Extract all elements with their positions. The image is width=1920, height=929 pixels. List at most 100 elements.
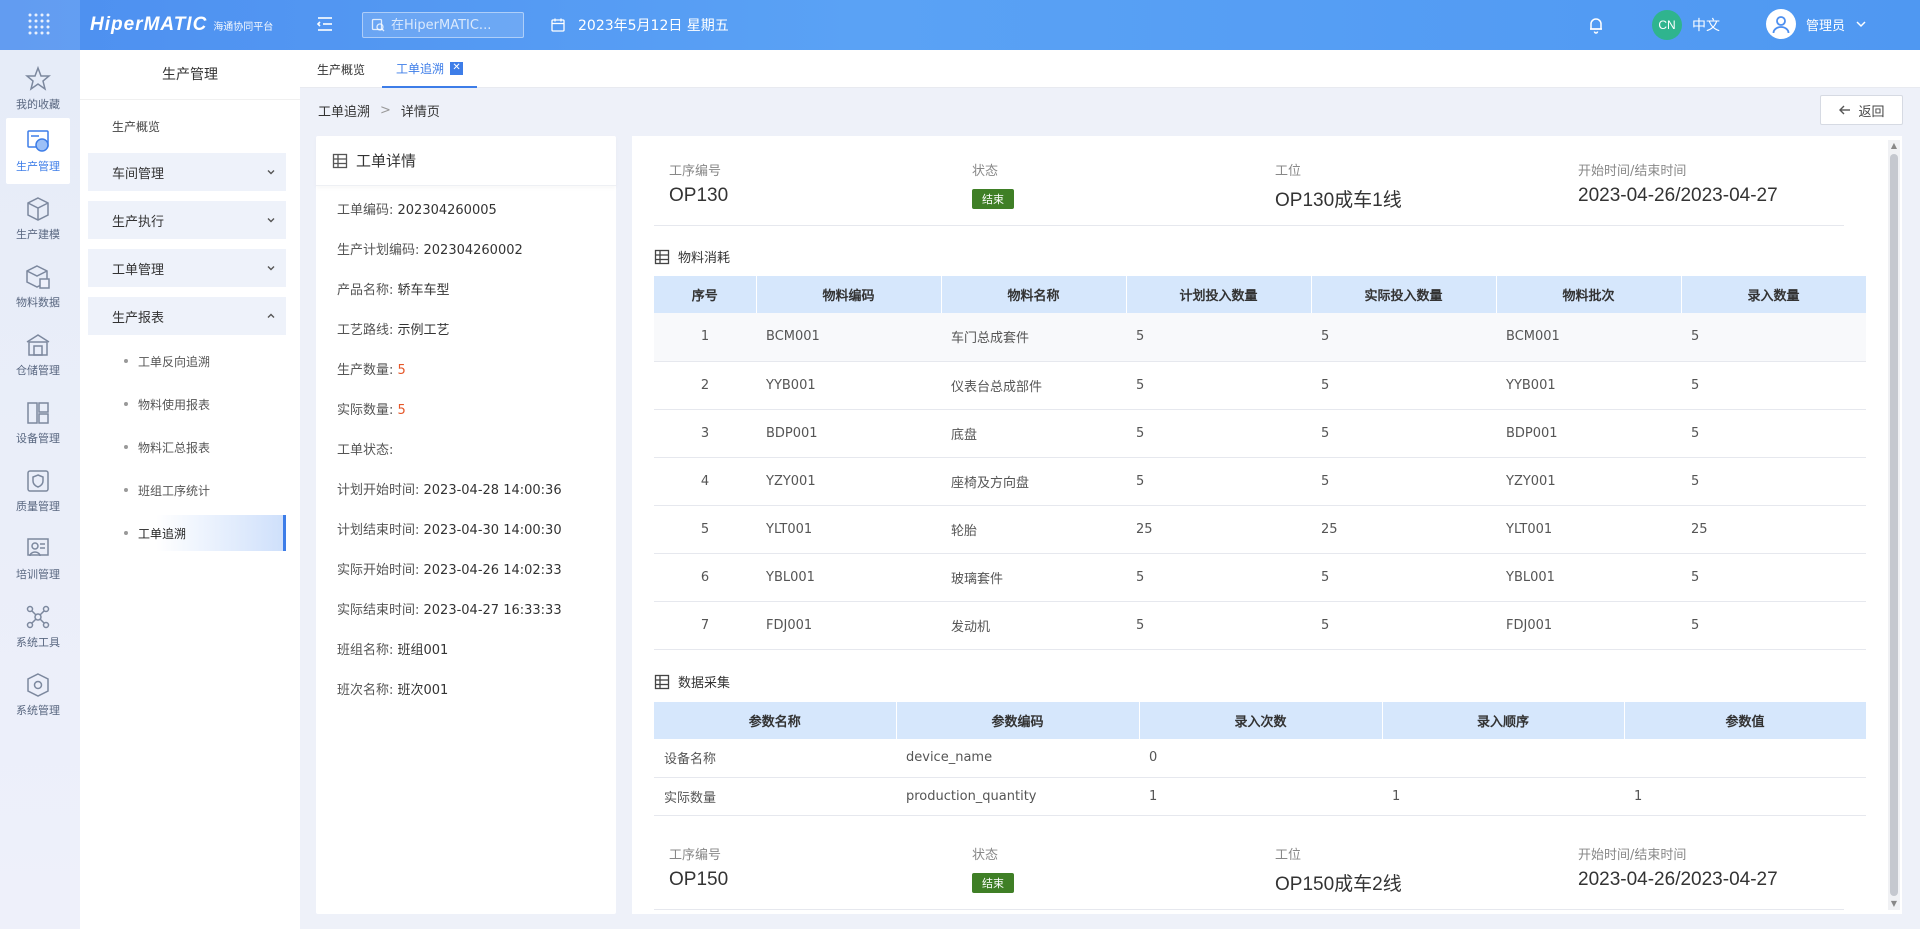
table-row[interactable]: 2 YYB001 仪表台总成部件 5 5 YYB001 5 <box>654 361 1866 410</box>
table-cell: 轮胎 <box>941 505 1126 554</box>
table-icon <box>654 674 670 689</box>
table-cell: 5 <box>1311 361 1496 410</box>
settings-cube-icon <box>27 673 49 697</box>
table-cell: YBL001 <box>1496 553 1681 602</box>
module-warehouse[interactable]: 仓储管理 <box>6 322 70 388</box>
brand-name: HiperMATIC <box>90 14 208 35</box>
table-cell: 仪表台总成部件 <box>941 361 1126 410</box>
search-input[interactable] <box>391 17 521 33</box>
chevron-down-icon <box>267 218 275 223</box>
module-bar: 我的收藏 生产管理 生产建模 物料数据 仓储管理 设备管理 质量管理 培训管理 … <box>0 50 80 929</box>
module-material[interactable]: 物料数据 <box>6 254 70 320</box>
menu-collapse-icon[interactable] <box>316 15 334 33</box>
module-label: 设备管理 <box>16 432 60 445</box>
bullet-dot <box>124 488 128 492</box>
table-cell: 1 <box>654 313 756 362</box>
op-time-label: 开始时间/结束时间 <box>1578 164 1687 179</box>
table-row[interactable]: 6 YBL001 玻璃套件 5 5 YBL001 5 <box>654 553 1866 602</box>
module-favorites[interactable]: 我的收藏 <box>6 56 70 122</box>
table-row[interactable]: 实际数量 production_quantity 1 1 1 <box>654 777 1866 816</box>
sidebar-item-team-stats[interactable]: 班组工序统计 <box>88 472 286 508</box>
detail-field-label: 产品名称: <box>337 283 398 298</box>
sidebar-item-overview[interactable]: 生产概览 <box>112 118 160 135</box>
bell-icon[interactable] <box>1587 16 1605 34</box>
module-device[interactable]: 设备管理 <box>6 390 70 456</box>
detail-field: 实际开始时间: 2023-04-26 14:02:33 <box>337 559 562 578</box>
module-modeling[interactable]: 生产建模 <box>6 186 70 252</box>
table-cell: 发动机 <box>941 601 1126 650</box>
table-cell: YLT001 <box>756 505 941 554</box>
sidebar-item-workorder-trace[interactable]: 工单追溯 <box>88 515 286 551</box>
close-icon[interactable]: ✕ <box>450 61 464 75</box>
bullet-dot <box>124 531 128 535</box>
sidebar-item-label: 工单追溯 <box>138 526 187 541</box>
sidebar-group-workorder[interactable]: 工单管理 <box>88 249 286 287</box>
sidebar-item-reverse-trace[interactable]: 工单反向追溯 <box>88 343 286 379</box>
language-badge: CN <box>1652 10 1682 40</box>
detail-field-value: 班组001 <box>397 643 449 658</box>
cube-icon <box>27 197 49 221</box>
module-label: 我的收藏 <box>16 98 60 111</box>
chevron-down-icon <box>267 170 275 175</box>
table-cell: 5 <box>1126 601 1311 650</box>
table-cell: 5 <box>1126 361 1311 410</box>
arrow-left-icon <box>1839 105 1851 115</box>
table-cell: BCM001 <box>756 313 941 362</box>
language-switcher[interactable]: CN 中文 <box>1652 10 1720 40</box>
sidebar-item-material-summary[interactable]: 物料汇总报表 <box>88 429 286 465</box>
table-cell <box>1624 739 1866 778</box>
column-header: 序号 <box>654 276 757 313</box>
search-box[interactable] <box>362 12 524 38</box>
table-cell: BDP001 <box>756 409 941 458</box>
table-row[interactable]: 7 FDJ001 发动机 5 5 FDJ001 5 <box>654 601 1866 650</box>
user-menu[interactable]: 管理员 <box>1766 9 1867 39</box>
detail-field-value: 202304260005 <box>397 203 497 218</box>
tab-label: 工单追溯 <box>396 61 445 76</box>
bullet-dot <box>124 402 128 406</box>
table-cell: YZY001 <box>756 457 941 506</box>
tab-overview[interactable]: 生产概览 <box>317 50 365 88</box>
module-label: 生产建模 <box>16 228 60 241</box>
table-cell: production_quantity <box>896 777 1139 816</box>
table-cell: 5 <box>1126 553 1311 602</box>
table-cell: 车门总成套件 <box>941 313 1126 362</box>
calendar-icon <box>551 18 565 32</box>
breadcrumb-parent[interactable]: 工单追溯 <box>318 101 370 120</box>
table-cell: 5 <box>1311 313 1496 362</box>
table-row[interactable]: 3 BDP001 底盘 5 5 BDP001 5 <box>654 409 1866 458</box>
vertical-scrollbar[interactable]: ▲ ▼ <box>1888 140 1900 910</box>
app-grid-icon[interactable] <box>0 0 80 50</box>
detail-field-label: 实际结束时间: <box>337 603 424 618</box>
module-production[interactable]: 生产管理 <box>6 118 70 184</box>
back-button[interactable]: 返回 <box>1820 95 1903 125</box>
table-row[interactable]: 设备名称 device_name 0 <box>654 739 1866 778</box>
module-system-admin[interactable]: 系统管理 <box>6 662 70 728</box>
side-nav: 生产管理 生产概览 车间管理 生产执行 工单管理 生产报表 工单反向追溯 物料使… <box>80 50 300 929</box>
scrollbar-thumb[interactable] <box>1890 154 1898 896</box>
table-row[interactable]: 5 YLT001 轮胎 25 25 YLT001 25 <box>654 505 1866 554</box>
table-icon <box>654 249 670 264</box>
column-header: 物料批次 <box>1496 276 1682 313</box>
op-status-label: 状态 <box>972 164 999 179</box>
tab-workorder-trace[interactable]: 工单追溯 ✕ <box>382 50 478 88</box>
column-header: 参数值 <box>1624 702 1867 739</box>
table-cell: BDP001 <box>1496 409 1681 458</box>
sidebar-group-execution[interactable]: 生产执行 <box>88 201 286 239</box>
date-display: 2023年5月12日 星期五 <box>550 15 729 35</box>
detail-field: 生产计划编码: 202304260002 <box>337 239 523 258</box>
table-cell: 5 <box>1311 409 1496 458</box>
module-system-tools[interactable]: 系统工具 <box>6 594 70 660</box>
table-row[interactable]: 4 YZY001 座椅及方向盘 5 5 YZY001 5 <box>654 457 1866 506</box>
table-cell: 6 <box>654 553 756 602</box>
sidebar-item-label: 工单反向追溯 <box>138 354 211 369</box>
module-quality[interactable]: 质量管理 <box>6 458 70 524</box>
table-row[interactable]: 1 BCM001 车门总成套件 5 5 BCM001 5 <box>654 313 1866 362</box>
detail-field-value: 2023-04-27 16:33:33 <box>423 603 562 618</box>
table-cell: 4 <box>654 457 756 506</box>
sidebar-group-reports[interactable]: 生产报表 <box>88 297 286 335</box>
table-cell: device_name <box>896 739 1139 778</box>
module-training[interactable]: 培训管理 <box>6 526 70 592</box>
sidebar-item-material-usage[interactable]: 物料使用报表 <box>88 386 286 422</box>
detail-field-label: 实际开始时间: <box>337 563 424 578</box>
sidebar-group-workshop[interactable]: 车间管理 <box>88 153 286 191</box>
